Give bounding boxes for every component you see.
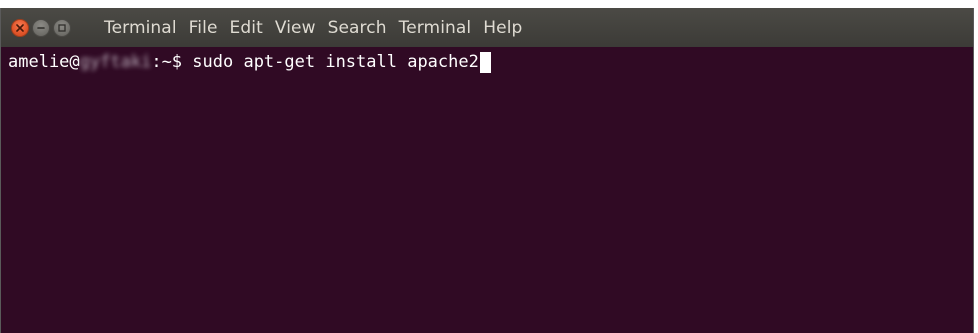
menu-terminal[interactable]: Terminal <box>399 18 472 38</box>
close-button[interactable] <box>11 18 29 37</box>
menu-help[interactable]: Help <box>483 18 522 38</box>
maximize-icon <box>58 23 66 32</box>
window-controls <box>11 8 74 47</box>
minimize-button[interactable] <box>32 18 50 37</box>
minimize-icon <box>37 26 45 29</box>
prompt-path: :~$ <box>151 52 193 72</box>
prompt-host: gyftaki <box>79 52 152 72</box>
command-text: sudo apt-get install apache2 <box>192 52 479 72</box>
menu-file[interactable]: File <box>189 18 218 38</box>
menu-bar: Terminal File Edit View Search Terminal … <box>104 8 534 47</box>
menu-terminal-app[interactable]: Terminal <box>104 18 177 38</box>
menu-view[interactable]: View <box>275 18 316 38</box>
terminal-output[interactable]: amelie @ gyftaki:~$ sudo apt-get install a… <box>1 47 973 333</box>
prompt-at: @ <box>69 52 80 72</box>
prompt-user: amelie <box>8 52 70 72</box>
maximize-button[interactable] <box>53 18 71 37</box>
close-icon <box>16 23 24 32</box>
title-bar: Terminal File Edit View Search Terminal … <box>1 8 973 47</box>
menu-search[interactable]: Search <box>328 18 387 38</box>
terminal-window: Terminal File Edit View Search Terminal … <box>0 8 974 333</box>
menu-edit[interactable]: Edit <box>230 18 263 38</box>
text-cursor <box>479 51 491 73</box>
command-line: amelie @ gyftaki:~$ sudo apt-get install a… <box>8 51 973 73</box>
